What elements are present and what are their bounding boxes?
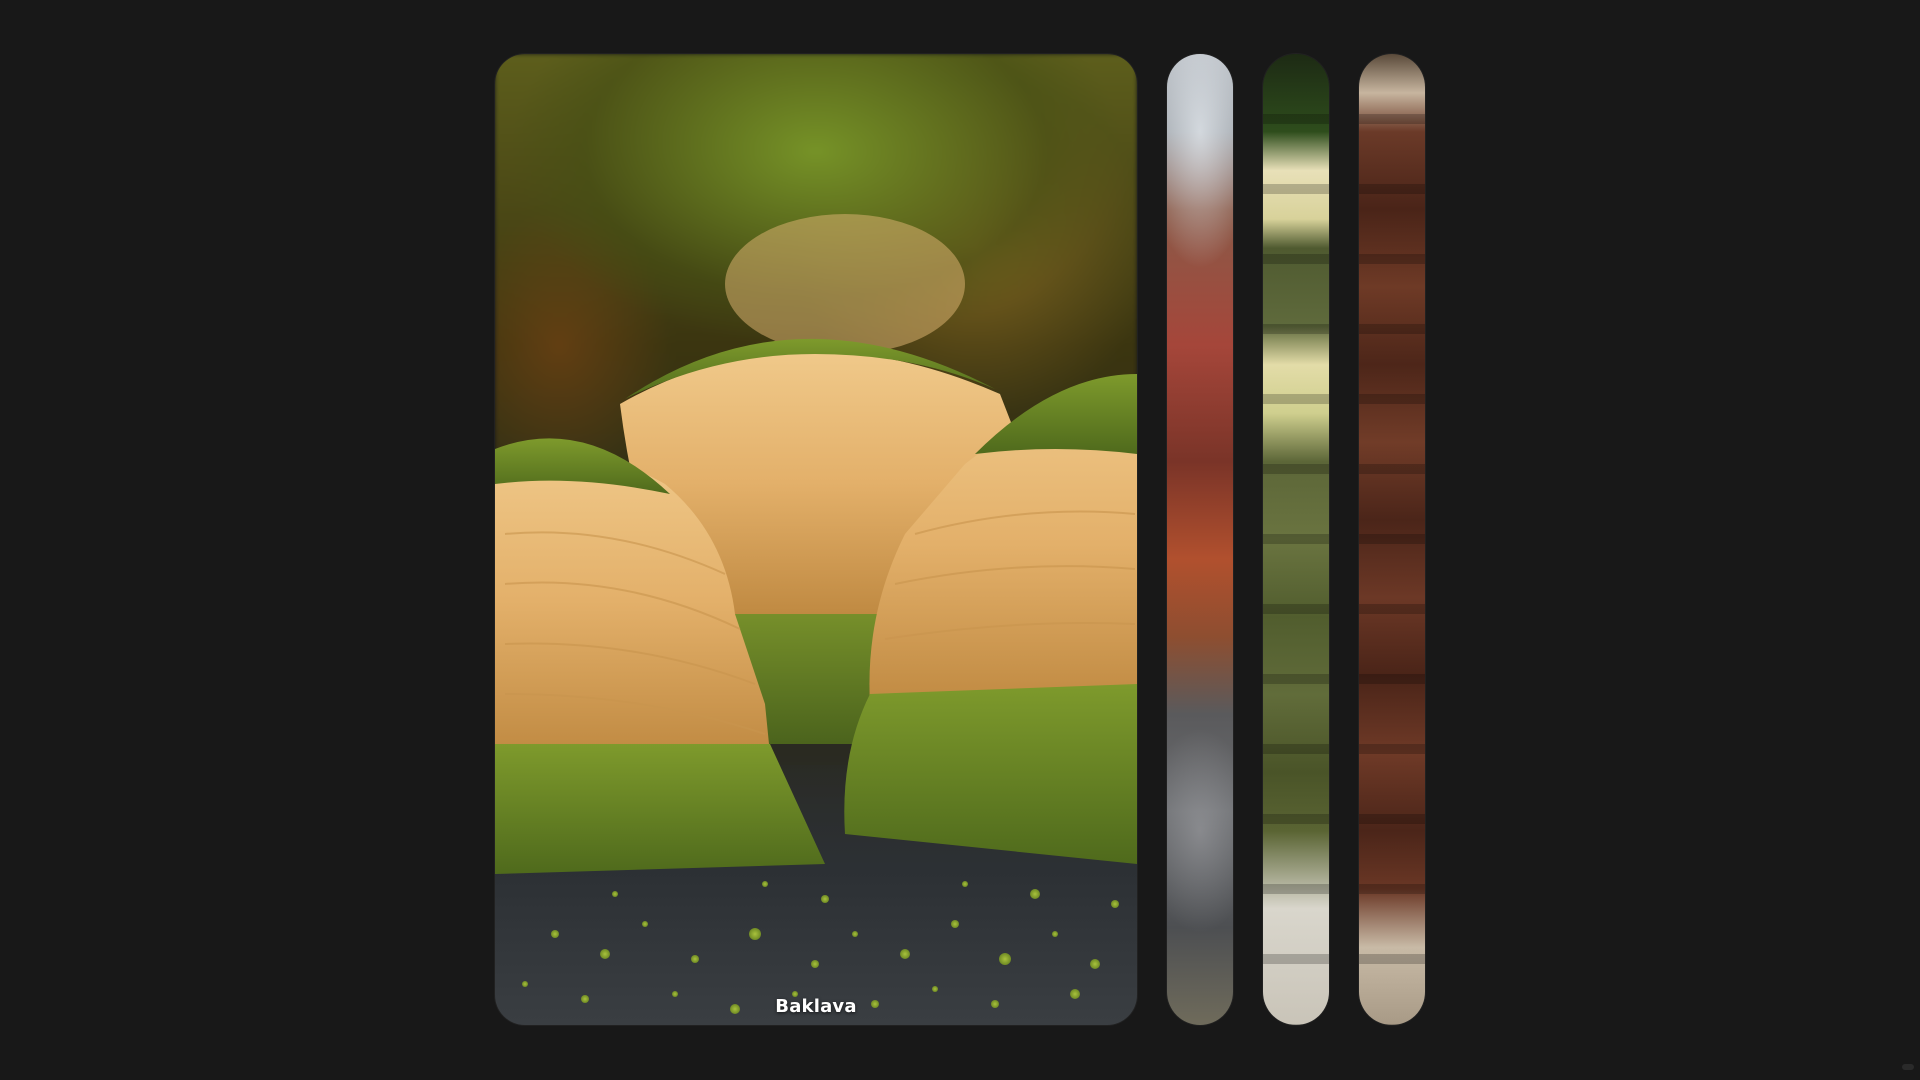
corner-indicator [1902, 1064, 1914, 1070]
baklava-photo [495, 54, 1137, 1025]
card-caption: Baklava [775, 996, 857, 1017]
gallery-card-2[interactable] [1167, 54, 1233, 1025]
gallery-card-3[interactable] [1263, 54, 1329, 1025]
food-gallery: Baklava [495, 54, 1425, 1025]
gallery-card-4[interactable] [1359, 54, 1425, 1025]
kebab-photo-strip [1167, 54, 1233, 1025]
page: Baklava [0, 0, 1920, 1080]
dolma-photo-strip [1263, 54, 1329, 1025]
kofte-photo-strip [1359, 54, 1425, 1025]
gallery-card-baklava[interactable]: Baklava [495, 54, 1137, 1025]
